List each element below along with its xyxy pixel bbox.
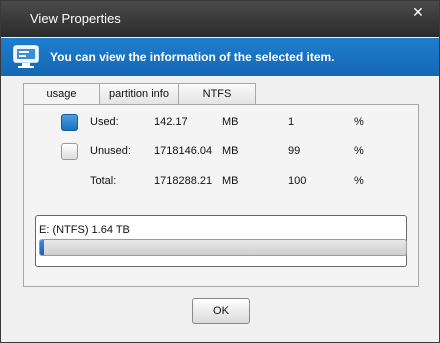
used-value: 142.17 <box>154 116 188 128</box>
titlebar[interactable]: View Properties ✕ <box>1 1 439 37</box>
usage-row-unused: Unused: 1718146.04 MB 99 % <box>24 142 418 162</box>
unused-percent: 99 <box>288 145 301 157</box>
unused-unit: MB <box>222 145 239 157</box>
unused-percent-sign: % <box>354 145 364 157</box>
tab-partition-info[interactable]: partition info <box>99 83 179 104</box>
used-percent: 1 <box>288 116 295 128</box>
unused-swatch <box>61 143 78 160</box>
usage-panel: Used: 142.17 MB 1 % Unused: 1718146.04 M… <box>23 104 419 287</box>
total-percent-sign: % <box>354 175 364 187</box>
tab-ntfs[interactable]: NTFS <box>178 83 256 104</box>
usage-row-used: Used: 142.17 MB 1 % <box>24 113 418 133</box>
window-title: View Properties <box>30 11 121 26</box>
unused-label: Unused: <box>90 145 131 157</box>
used-label: Used: <box>90 116 119 128</box>
total-percent: 100 <box>288 175 307 187</box>
used-unit: MB <box>222 116 239 128</box>
drive-usage-box: E: (NTFS) 1.64 TB <box>35 215 407 267</box>
total-value: 1718288.21 <box>154 175 213 187</box>
usage-row-total: Total: 1718288.21 MB 100 % <box>24 172 418 192</box>
drive-usage-bar <box>39 239 407 256</box>
ok-button[interactable]: OK <box>192 298 250 324</box>
used-swatch <box>61 114 78 131</box>
unused-value: 1718146.04 <box>154 145 213 157</box>
info-banner: You can view the information of the sele… <box>1 38 439 76</box>
banner-message: You can view the information of the sele… <box>50 50 335 64</box>
properties-window: View Properties ✕ You can view the infor… <box>0 0 440 343</box>
total-label: Total: <box>90 175 117 187</box>
tab-usage[interactable]: usage <box>23 83 100 105</box>
close-icon[interactable]: ✕ <box>403 1 433 23</box>
drive-properties-icon <box>13 45 39 68</box>
drive-usage-fill <box>40 240 44 255</box>
drive-label: E: (NTFS) 1.64 TB <box>39 224 130 236</box>
total-unit: MB <box>222 175 239 187</box>
used-percent-sign: % <box>354 116 364 128</box>
